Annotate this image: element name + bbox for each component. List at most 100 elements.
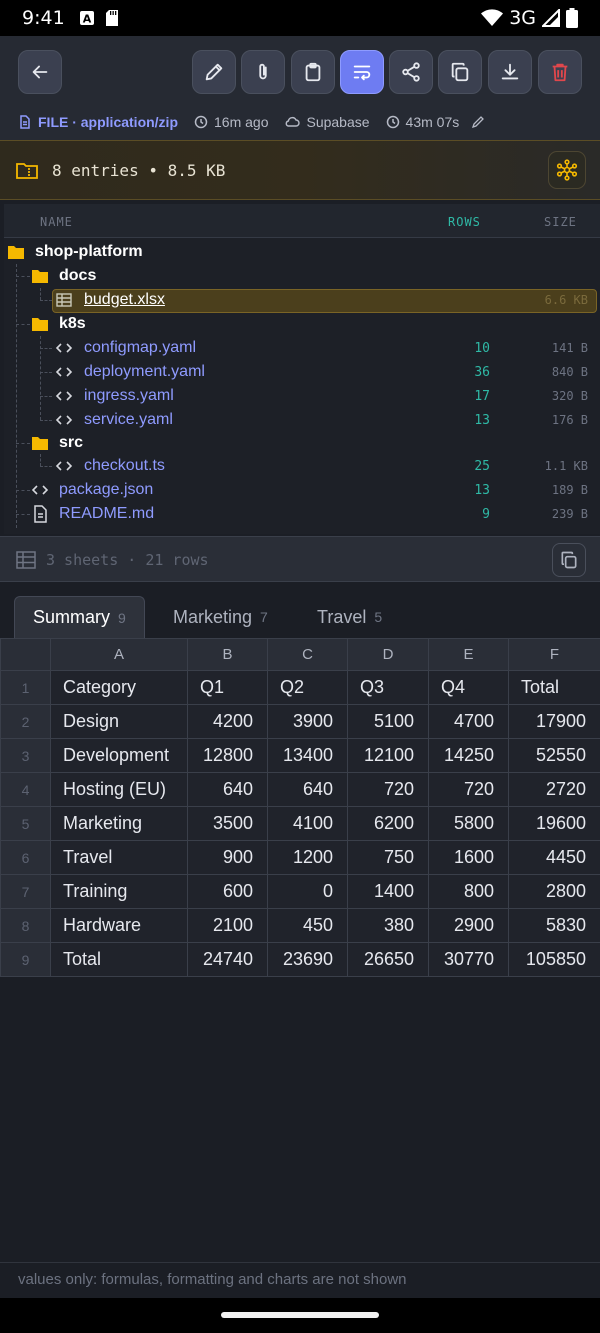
cell[interactable]: 600 [187, 874, 268, 909]
cell[interactable]: 2720 [508, 772, 600, 807]
cell[interactable]: Development [50, 738, 188, 773]
tab-marketing[interactable]: Marketing 7 [173, 596, 268, 638]
tree-row-budget[interactable]: budget.xlsx 6.6 KB [4, 288, 600, 312]
tree-row-configmap[interactable]: configmap.yaml 10 141 B [4, 336, 600, 360]
cell[interactable]: 1200 [267, 840, 348, 875]
cell[interactable]: 19600 [508, 806, 600, 841]
tree-row-ingress[interactable]: ingress.yaml 17 320 B [4, 384, 600, 408]
cell[interactable]: 720 [347, 772, 429, 807]
tree-row-package[interactable]: package.json 13 189 B [4, 478, 600, 502]
cell[interactable]: Q4 [428, 670, 509, 705]
home-indicator[interactable] [221, 1312, 379, 1318]
share-button[interactable] [389, 50, 433, 94]
edit-button[interactable] [192, 50, 236, 94]
back-button[interactable] [18, 50, 62, 94]
cell[interactable]: 17900 [508, 704, 600, 739]
tree-item-label: package.json [59, 481, 154, 498]
graph-view-button[interactable] [548, 151, 586, 189]
cell[interactable]: 450 [267, 908, 348, 943]
cell[interactable]: Q3 [347, 670, 429, 705]
tab-travel[interactable]: Travel 5 [317, 596, 382, 638]
wrap-button[interactable] [340, 50, 384, 94]
cell[interactable]: 2100 [187, 908, 268, 943]
cell[interactable]: 4100 [267, 806, 348, 841]
column-header[interactable]: C [267, 638, 348, 671]
cell[interactable]: 3500 [187, 806, 268, 841]
cell[interactable]: 3900 [267, 704, 348, 739]
name-column-header[interactable]: NAME [40, 215, 73, 229]
cell[interactable]: 800 [428, 874, 509, 909]
cell[interactable]: 5100 [347, 704, 429, 739]
attach-button[interactable] [241, 50, 285, 94]
column-header[interactable]: F [508, 638, 600, 671]
tree-row-service[interactable]: service.yaml 13 176 B [4, 408, 600, 432]
size-column-header[interactable]: SIZE [544, 215, 577, 229]
cell[interactable]: 12800 [187, 738, 268, 773]
copy-sheet-button[interactable] [552, 543, 586, 577]
cell[interactable]: Hardware [50, 908, 188, 943]
cell[interactable]: 1600 [428, 840, 509, 875]
cell[interactable]: 4200 [187, 704, 268, 739]
tab-count: 5 [374, 609, 383, 625]
cell[interactable]: Hosting (EU) [50, 772, 188, 807]
cell[interactable]: 14250 [428, 738, 509, 773]
cell[interactable]: 13400 [267, 738, 348, 773]
cell[interactable]: 12100 [347, 738, 429, 773]
cell[interactable]: 640 [267, 772, 348, 807]
cell[interactable]: 30770 [428, 942, 509, 977]
cell[interactable]: Training [50, 874, 188, 909]
cell[interactable]: Category [50, 670, 188, 705]
clipboard-button[interactable] [291, 50, 335, 94]
trash-icon [552, 63, 568, 82]
cell[interactable]: 1400 [347, 874, 429, 909]
table-row: 4 Hosting (EU) 640 640 720 720 2720 [0, 772, 600, 807]
column-header[interactable]: D [347, 638, 429, 671]
cell[interactable]: 0 [267, 874, 348, 909]
cell[interactable]: 380 [347, 908, 429, 943]
cell[interactable]: 52550 [508, 738, 600, 773]
code-icon [55, 343, 73, 353]
cell[interactable]: Total [50, 942, 188, 977]
cell[interactable]: Q1 [187, 670, 268, 705]
cell[interactable]: Travel [50, 840, 188, 875]
row-number: 7 [0, 874, 51, 909]
column-header[interactable]: E [428, 638, 509, 671]
row-count: 9 [482, 507, 490, 522]
tree-row-checkout[interactable]: checkout.ts 25 1.1 KB [4, 454, 600, 478]
tree-row-readme[interactable]: README.md 9 239 B [4, 502, 600, 526]
column-header[interactable]: B [187, 638, 268, 671]
cell[interactable]: 6200 [347, 806, 429, 841]
cell[interactable]: Design [50, 704, 188, 739]
tree-row-src[interactable]: src [4, 431, 600, 455]
cell[interactable]: 4450 [508, 840, 600, 875]
cell[interactable]: Total [508, 670, 600, 705]
table-row: 3 Development 12800 13400 12100 14250 52… [0, 738, 600, 773]
cell[interactable]: 720 [428, 772, 509, 807]
cell[interactable]: 750 [347, 840, 429, 875]
cell[interactable]: 105850 [508, 942, 600, 977]
cell[interactable]: 23690 [267, 942, 348, 977]
cell[interactable]: 24740 [187, 942, 268, 977]
cell[interactable]: 900 [187, 840, 268, 875]
rows-column-header[interactable]: ROWS [448, 215, 481, 229]
tree-row-k8s[interactable]: k8s [4, 312, 600, 336]
copy-button[interactable] [438, 50, 482, 94]
download-button[interactable] [488, 50, 532, 94]
cell[interactable]: Marketing [50, 806, 188, 841]
tree-row-root[interactable]: shop-platform [4, 240, 600, 264]
column-header[interactable]: A [50, 638, 188, 671]
cell[interactable]: 2900 [428, 908, 509, 943]
cell[interactable]: 26650 [347, 942, 429, 977]
cell[interactable]: 4700 [428, 704, 509, 739]
tab-summary[interactable]: Summary 9 [14, 596, 145, 638]
tree-row-deployment[interactable]: deployment.yaml 36 840 B [4, 360, 600, 384]
tab-label: Marketing [173, 606, 253, 627]
tree-row-docs[interactable]: docs [4, 264, 600, 288]
pencil-icon[interactable] [471, 115, 485, 129]
cell[interactable]: 5800 [428, 806, 509, 841]
cell[interactable]: 2800 [508, 874, 600, 909]
cell[interactable]: 640 [187, 772, 268, 807]
cell[interactable]: 5830 [508, 908, 600, 943]
cell[interactable]: Q2 [267, 670, 348, 705]
delete-button[interactable] [538, 50, 582, 94]
